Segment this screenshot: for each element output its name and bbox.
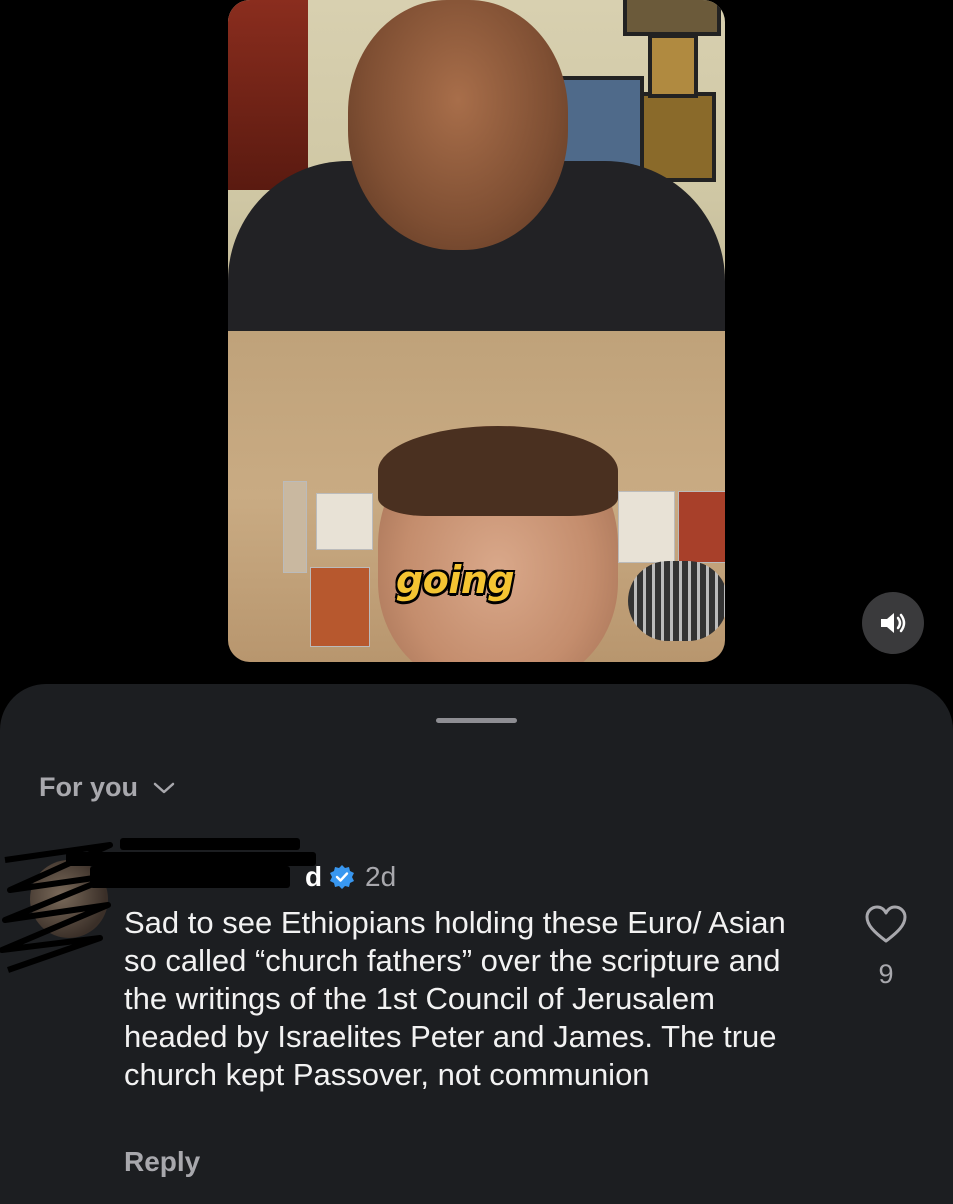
icon-card (283, 481, 307, 573)
redaction-bar (90, 866, 290, 888)
icon-card (310, 567, 370, 647)
video-caption: going (396, 558, 515, 602)
video-top-pane (228, 0, 725, 331)
icon-card (316, 493, 373, 550)
wall-frame (648, 34, 698, 98)
verified-badge-icon (330, 865, 354, 889)
speaker-icon (881, 613, 906, 633)
video-player[interactable]: going (228, 0, 725, 662)
person-hair (378, 426, 618, 516)
comment-text: Sad to see Ethiopians holding these Euro… (124, 905, 786, 1092)
wall-tapestry (228, 0, 308, 190)
redaction-bar (66, 852, 316, 866)
icon-card (618, 491, 675, 563)
redaction-scribble (0, 842, 118, 973)
microphone (628, 561, 725, 641)
wall-frame (640, 92, 716, 182)
comment-timestamp: 2d (365, 861, 397, 892)
sheet-grabber[interactable] (436, 718, 517, 723)
sort-label: For you (39, 772, 138, 802)
volume-button[interactable] (862, 592, 924, 654)
video-bottom-pane (228, 331, 725, 662)
chevron-down-icon (153, 782, 175, 793)
heart-icon[interactable] (864, 904, 908, 944)
comment-username[interactable]: d (305, 861, 322, 893)
wall-frame (623, 0, 721, 36)
sort-dropdown[interactable]: For you (39, 772, 176, 803)
reply-button[interactable]: Reply (124, 1146, 200, 1178)
icon-card (678, 491, 725, 563)
redaction-bar (120, 838, 300, 850)
like-count: 9 (878, 959, 894, 989)
person-face (348, 0, 568, 250)
